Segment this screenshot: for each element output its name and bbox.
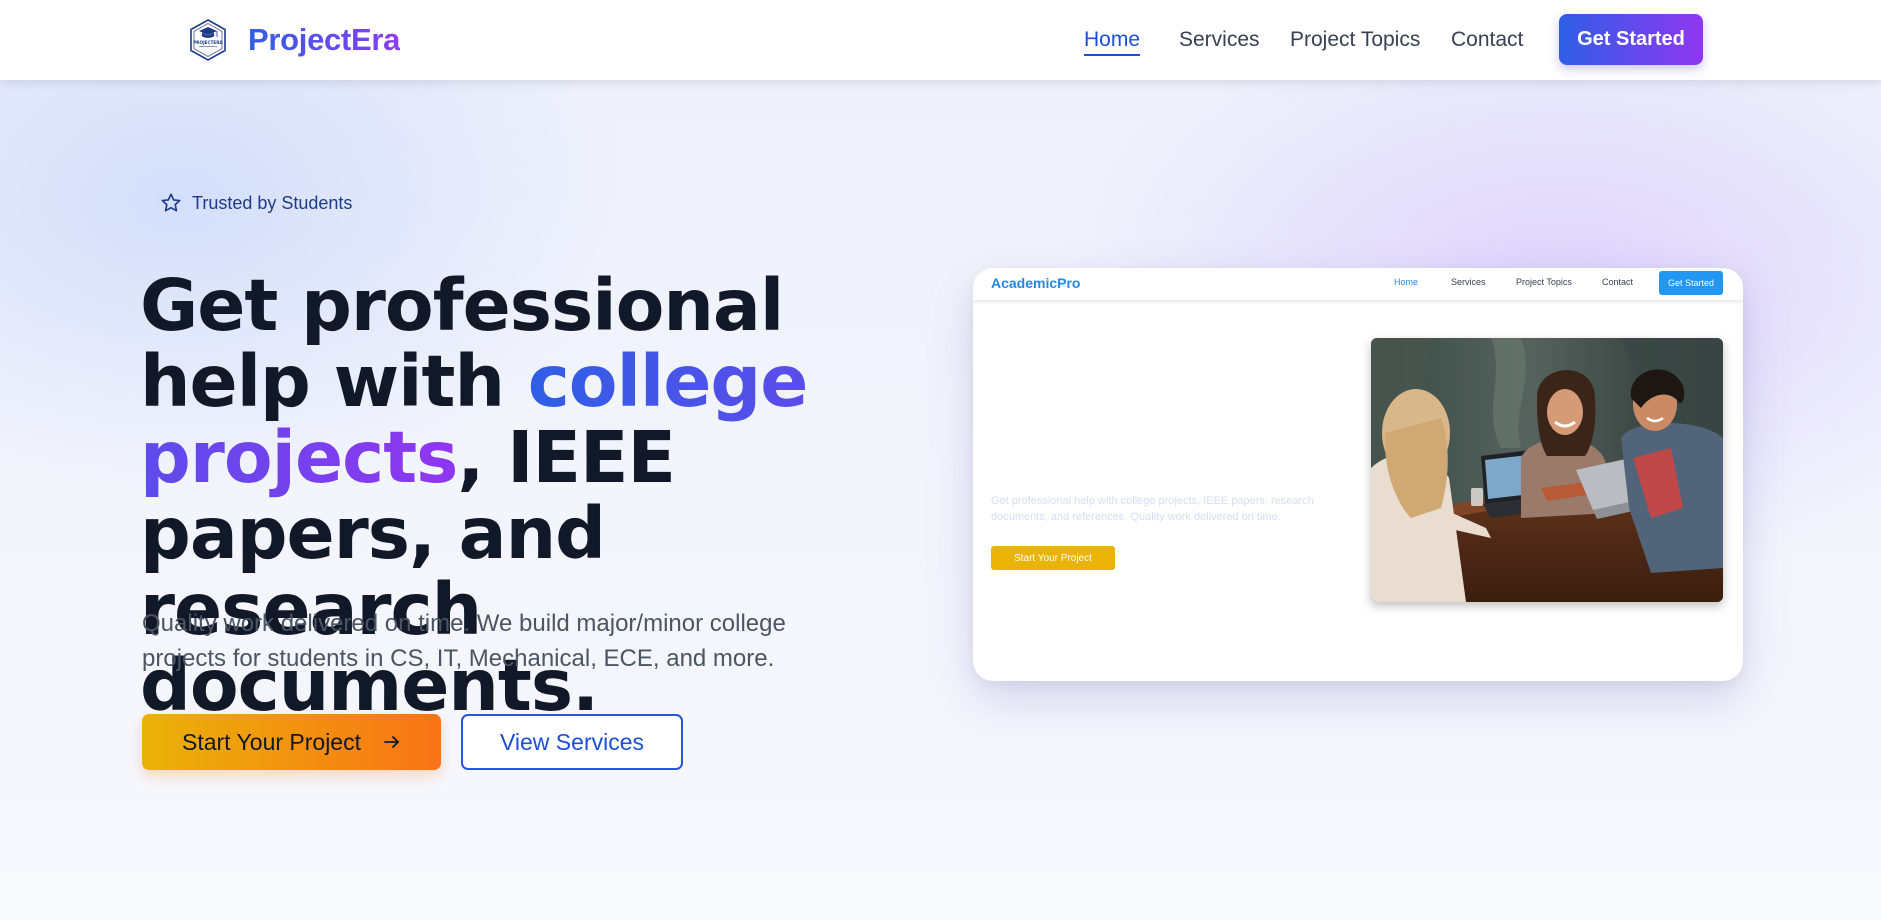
mockup-brand: AcademicPro [991,275,1081,291]
mockup-nav-services: Services [1451,277,1486,287]
nav-active-underline [1084,54,1140,56]
logo-wordmark: PROJECTERA [193,40,223,45]
students-collaborating-photo [1371,338,1723,602]
arrow-right-icon [384,736,399,748]
trusted-text: Trusted by Students [192,192,353,213]
trusted-badge: Trusted by Students [160,192,352,214]
nav-services[interactable]: Services [1179,26,1260,54]
mockup-nav-project-topics: Project Topics [1516,277,1572,287]
nav-project-topics[interactable]: Project Topics [1290,26,1420,54]
start-your-project-label: Start Your Project [182,728,361,755]
mockup-get-started-button: Get Started [1659,271,1723,295]
star-icon [161,193,181,212]
hero-subtext: Quality work delivered on time. We build… [142,610,786,672]
start-your-project-button[interactable]: Start Your Project [142,714,441,770]
top-navbar: PROJECTERA ProjectEra Home Services Proj… [0,0,1881,80]
get-started-button[interactable]: Get Started [1559,14,1703,65]
graduation-cap-logo-icon: PROJECTERA [190,19,226,61]
website-preview-mockup: AcademicPro Home Services Project Topics… [973,268,1743,681]
mockup-nav-contact: Contact [1602,277,1634,287]
mockup-hero-text: Get professional help with college proje… [991,495,1314,523]
brand-name: ProjectEra [248,22,401,57]
mockup-nav-home: Home [1394,277,1419,287]
brand[interactable]: PROJECTERA ProjectEra [188,18,400,62]
next-section-edge [0,870,1881,920]
view-services-button[interactable]: View Services [461,714,683,770]
mockup-navbar: AcademicPro Home Services Project Topics… [973,268,1743,300]
nav-home[interactable]: Home [1084,26,1140,54]
nav-contact[interactable]: Contact [1451,26,1523,54]
mockup-start-project-button: Start Your Project [991,546,1115,570]
